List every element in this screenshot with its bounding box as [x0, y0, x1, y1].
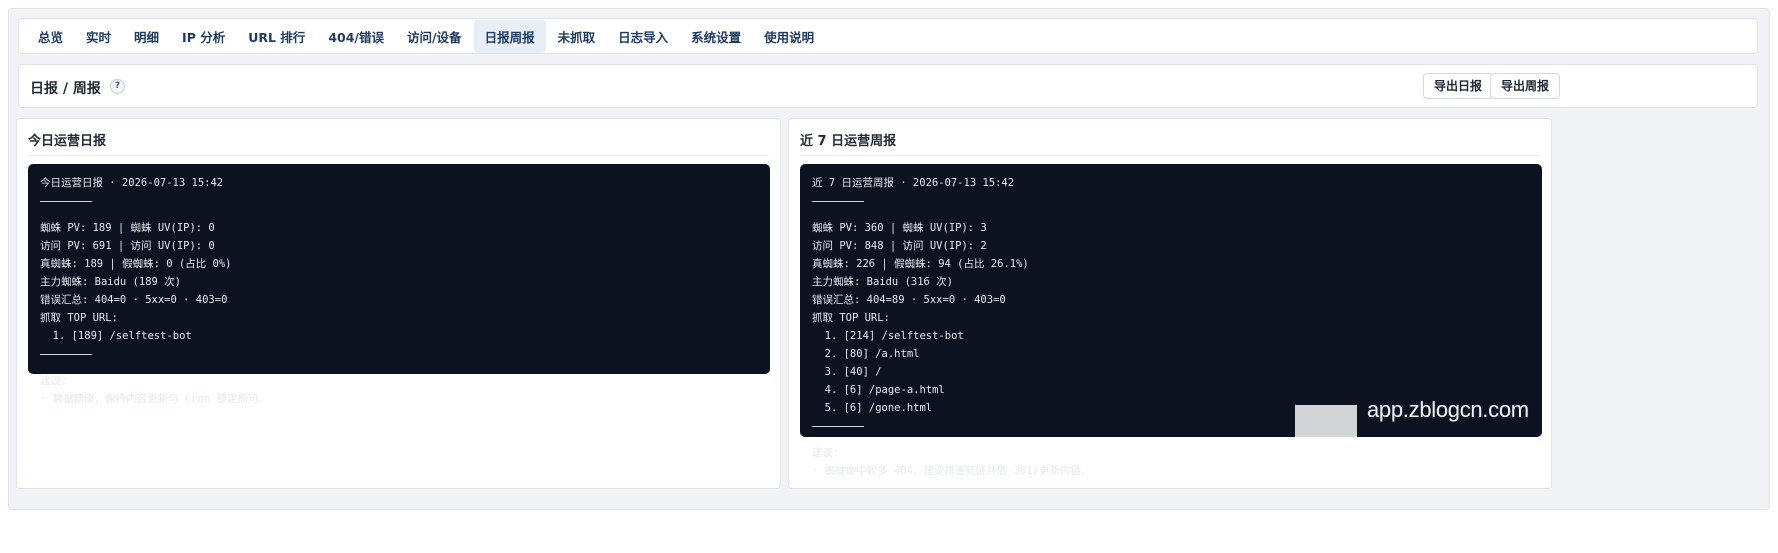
- panel-divider: [28, 155, 769, 156]
- report-separator: [812, 426, 1530, 444]
- tab-8[interactable]: 未抓取: [547, 20, 607, 53]
- report-line: 1. [214] /selftest-bot: [812, 330, 964, 342]
- report-line: 1. [189] /selftest-bot: [40, 330, 192, 342]
- tab-6[interactable]: 访问/设备: [396, 20, 473, 53]
- tab-0[interactable]: 总览: [27, 20, 74, 53]
- tab-9[interactable]: 日志导入: [607, 20, 679, 53]
- panel-divider: [800, 155, 1540, 156]
- report-line: 错误汇总: 404=0 · 5xx=0 · 403=0: [40, 294, 228, 306]
- report-line: 抓取 TOP URL:: [812, 312, 890, 324]
- tab-11[interactable]: 使用说明: [753, 20, 825, 53]
- report-line: 建议:: [40, 375, 68, 387]
- report-separator: [812, 201, 1530, 219]
- report-line: 访问 PV: 848 | 访问 UV(IP): 2: [812, 240, 987, 252]
- page-header: 日报 / 周报 ? 导出日报 导出周报: [18, 64, 1758, 108]
- report-line: 蜘蛛 PV: 189 | 蜘蛛 UV(IP): 0: [40, 222, 215, 234]
- weekly-report-console: 近 7 日运营周报 · 2026-07-13 15:42 蜘蛛 PV: 360 |…: [800, 164, 1542, 477]
- report-line: · 蜘蛛命中较多 404，建议排查死链并做 301/更新内链。: [812, 465, 1092, 477]
- report-line: 抓取 TOP URL:: [40, 312, 118, 324]
- tab-1[interactable]: 实时: [75, 20, 122, 53]
- report-line: 真蜘蛛: 189 | 假蜘蛛: 0 (占比 0%): [40, 258, 232, 270]
- report-line: 主力蜘蛛: Baidu (316 次): [812, 276, 954, 288]
- daily-panel-title: 今日运营日报: [28, 134, 107, 149]
- report-separator: [40, 354, 758, 372]
- separator-rule: [40, 201, 92, 202]
- tab-10[interactable]: 系统设置: [680, 20, 752, 53]
- tab-5[interactable]: 404/错误: [317, 20, 395, 53]
- report-line: 今日运营日报 · 2026-07-13 15:42: [40, 177, 224, 189]
- report-line: 3. [40] /: [812, 366, 882, 378]
- tab-3[interactable]: IP 分析: [171, 20, 236, 53]
- report-line: 真蜘蛛: 226 | 假蜘蛛: 94 (占比 26.1%): [812, 258, 1029, 270]
- report-line: 建议:: [812, 447, 840, 459]
- tab-2[interactable]: 明细: [123, 20, 170, 53]
- report-separator: [40, 201, 758, 219]
- weekly-report-panel: 近 7 日运营周报 近 7 日运营周报 · 2026-07-13 15:42 蜘蛛…: [788, 118, 1552, 489]
- main-nav-tabs: 总览 实时 明细 IP 分析 URL 排行 404/错误 访问/设备 日报周报 未抓取 日志导入系…: [18, 18, 1758, 54]
- report-page-container: 总览 实时 明细 IP 分析 URL 排行 404/错误 访问/设备 日报周报 未抓取 日志导入系…: [8, 8, 1770, 510]
- export-weekly-button[interactable]: 导出周报: [1490, 73, 1561, 99]
- report-line: 蜘蛛 PV: 360 | 蜘蛛 UV(IP): 3: [812, 222, 987, 234]
- daily-report-panel: 今日运营日报 今日运营日报 · 2026-07-13 15:42 蜘蛛 PV: 1…: [16, 118, 781, 489]
- daily-report-console: 今日运营日报 · 2026-07-13 15:42 蜘蛛 PV: 189 | 蜘蛛…: [28, 164, 770, 405]
- report-line: · 数据健康，保持内容更新与 Cron 稳定即可。: [40, 393, 270, 405]
- help-icon[interactable]: ?: [110, 79, 125, 94]
- report-line: 访问 PV: 691 | 访问 UV(IP): 0: [40, 240, 215, 252]
- tab-7[interactable]: 日报周报: [473, 19, 546, 53]
- report-line: 4. [6] /page-a.html: [812, 384, 945, 396]
- report-line: 错误汇总: 404=89 · 5xx=0 · 403=0: [812, 294, 1006, 306]
- report-line: 近 7 日运营周报 · 2026-07-13 15:42: [812, 177, 1015, 189]
- separator-rule: [812, 426, 864, 427]
- report-line: 2. [80] /a.html: [812, 348, 920, 360]
- separator-rule: [812, 201, 864, 202]
- export-daily-button[interactable]: 导出日报: [1423, 73, 1494, 99]
- report-line: 主力蜘蛛: Baidu (189 次): [40, 276, 182, 288]
- page-title: 日报 / 周报: [30, 81, 101, 97]
- report-line: 5. [6] /gone.html: [812, 402, 933, 414]
- separator-rule: [40, 354, 92, 355]
- weekly-panel-title: 近 7 日运营周报: [800, 134, 897, 149]
- tab-4[interactable]: URL 排行: [237, 20, 316, 53]
